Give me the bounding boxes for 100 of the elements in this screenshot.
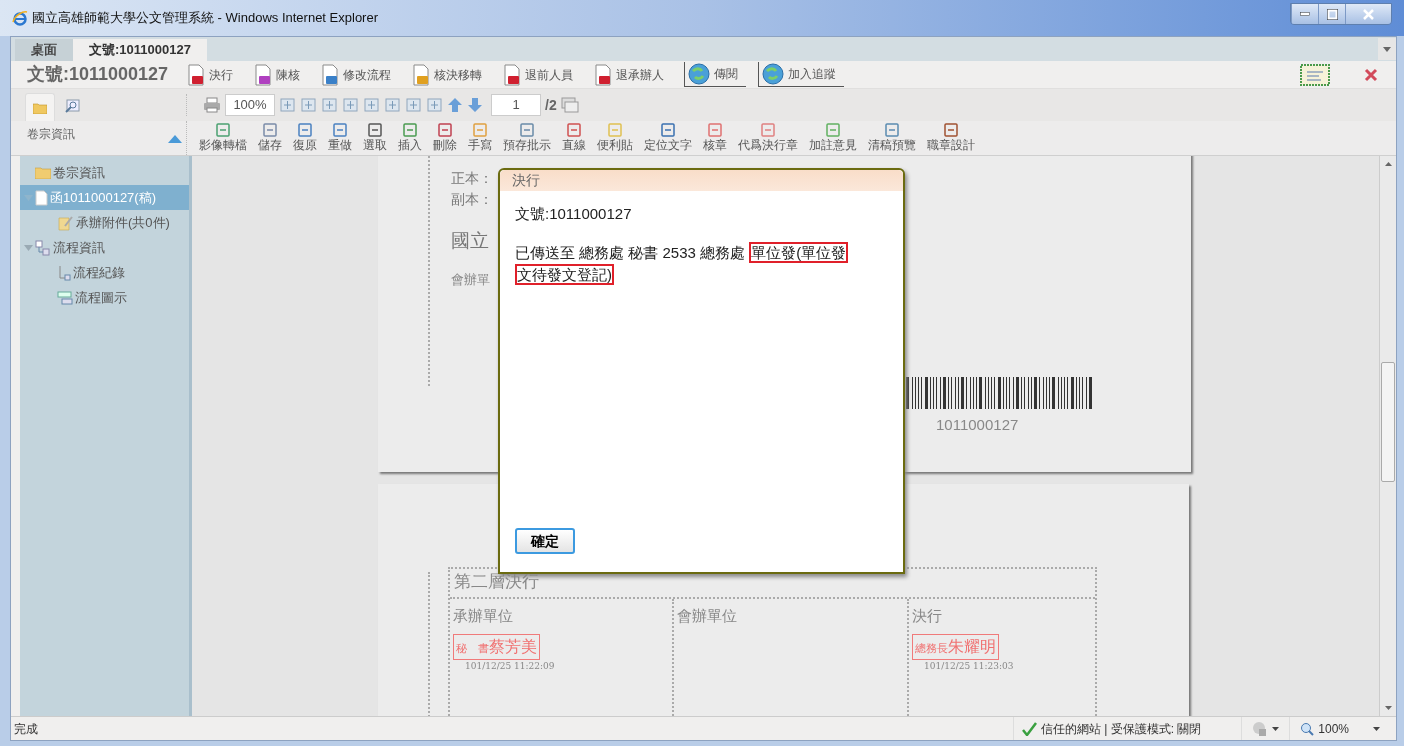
document-icon (253, 63, 274, 86)
tree-item[interactable]: 流程紀錄 (20, 260, 189, 285)
tree-item[interactable]: 卷宗資訊 (20, 160, 189, 185)
tool-button[interactable]: 選取 (363, 123, 387, 152)
tool-icon (215, 123, 231, 138)
tool-icon (519, 123, 535, 138)
tree-item[interactable]: 流程資訊 (20, 235, 189, 260)
dropdown-icon[interactable] (1272, 726, 1280, 731)
folder-icon (35, 166, 51, 179)
record-icon (57, 264, 71, 281)
tab[interactable]: 桌面 (15, 39, 73, 61)
tool-icon (472, 123, 488, 138)
tool-icon (367, 123, 383, 138)
tool-icon (760, 123, 776, 138)
document-icon (35, 189, 48, 206)
tool-icon (262, 123, 278, 138)
tool-button[interactable]: 清稿預覽 (868, 123, 916, 152)
tool-icon (607, 123, 623, 138)
tool-icon (402, 123, 418, 138)
tool-icon (943, 123, 959, 138)
dialog-title: 決行 (512, 171, 540, 190)
toolbar-button[interactable]: 修改流程 (320, 63, 400, 86)
scrollbar-thumb[interactable] (1381, 362, 1395, 482)
seal-stamp: 秘 書蔡芳美 (453, 633, 540, 660)
document-icon (502, 63, 523, 86)
certificate-icon[interactable] (1300, 63, 1330, 86)
tool-button[interactable]: 插入 (398, 123, 422, 152)
column-heading: 承辦單位 (453, 606, 513, 627)
status-text: 完成 (13, 720, 38, 738)
document-icon (186, 63, 207, 86)
globe-icon (761, 62, 786, 86)
page-field[interactable]: 1 (491, 94, 541, 116)
column-heading: 決行 (912, 606, 942, 627)
dropdown-icon[interactable] (1373, 726, 1380, 731)
tool-button[interactable]: 定位文字 (644, 123, 692, 152)
maximize-button[interactable] (1318, 4, 1345, 24)
expanded-arrow-icon[interactable] (24, 243, 33, 252)
folder-tab[interactable] (25, 93, 55, 121)
tree-item[interactable]: 承辦附件(共0件) (20, 210, 189, 235)
tool-button[interactable]: 復原 (293, 123, 317, 152)
tool-icon (660, 123, 676, 138)
confirm-button[interactable]: 確定 (515, 528, 575, 554)
caret-icon (1383, 46, 1391, 52)
tool-button[interactable]: 手寫 (468, 123, 492, 152)
up-caret-icon (1384, 162, 1392, 166)
document-heading: 國立 (451, 228, 489, 253)
tool-button[interactable]: 重做 (328, 123, 352, 152)
toolbar-button[interactable]: 決行 (186, 63, 242, 86)
section-title: 第二層決行 (454, 571, 539, 591)
dialog-message: 已傳送至 總務處 秘書 2533 總務處 單位發(單位發文待發文登記) (515, 241, 850, 286)
tool-icon (884, 123, 900, 138)
close-icon[interactable] (1364, 67, 1378, 82)
tool-icon (437, 123, 453, 138)
tool-button[interactable]: 刪除 (433, 123, 457, 152)
tree-item[interactable]: 流程圖示 (20, 285, 189, 310)
column-heading: 會辦單位 (677, 606, 737, 627)
tool-button[interactable]: 便利貼 (597, 123, 633, 152)
close-button[interactable] (1345, 4, 1391, 24)
browser-logo-icon (12, 10, 28, 26)
down-arrow-icon[interactable] (467, 97, 483, 113)
tool-icon (566, 123, 582, 138)
minimize-icon (1300, 12, 1310, 16)
zoom-icon[interactable] (1300, 721, 1315, 736)
toolbar-button[interactable]: 加入追蹤 (758, 62, 845, 87)
tool-button[interactable]: 核章 (703, 123, 727, 152)
zoom-field[interactable]: 100% (225, 94, 275, 116)
toolbar-button[interactable]: 傳閱 (684, 62, 747, 87)
tool-button[interactable]: 預存批示 (503, 123, 551, 152)
tool-button[interactable]: 職章設計 (927, 123, 975, 152)
printer-icon[interactable] (203, 97, 221, 113)
dialog-document-number: 文號:1011000127 (515, 204, 633, 224)
tool-button[interactable]: 加註意見 (809, 123, 857, 152)
toolbar-button[interactable]: 核決移轉 (411, 63, 491, 86)
close-icon (1363, 8, 1374, 20)
page-total: /2 (545, 95, 557, 115)
document-text: 正本： (451, 169, 493, 188)
tab-list-dropdown[interactable] (1378, 38, 1396, 60)
tool-button[interactable]: 代爲決行章 (738, 123, 798, 152)
up-arrow-icon[interactable] (447, 97, 463, 113)
checkmark-icon (1021, 721, 1037, 736)
toolbar-button[interactable]: 退承辦人 (593, 63, 673, 86)
zoom-level[interactable]: 100% (1318, 719, 1349, 738)
toolbar-button[interactable]: 陳核 (253, 63, 309, 86)
flow-icon (35, 239, 51, 256)
minimize-button[interactable] (1291, 4, 1318, 24)
tab[interactable]: 文號:1011000127 (73, 39, 207, 61)
folder-icon (33, 101, 47, 114)
tool-icon (707, 123, 723, 138)
tool-button[interactable]: 直線 (562, 123, 586, 152)
tool-button[interactable]: 影像轉檔 (199, 123, 247, 152)
collapse-icon[interactable] (168, 135, 182, 143)
document-icon (411, 63, 432, 86)
security-zone: 信任的網站 | 受保護模式: 關閉 (1040, 720, 1202, 738)
down-caret-icon (1384, 706, 1392, 710)
stamp-time: 101/12/25 11:22:09 (465, 659, 555, 673)
globe-icon (687, 62, 712, 86)
document-text: 會辦單 (451, 271, 490, 289)
toolbar-button[interactable]: 退前人員 (502, 63, 582, 86)
tool-icon (825, 123, 841, 138)
tool-button[interactable]: 儲存 (258, 123, 282, 152)
